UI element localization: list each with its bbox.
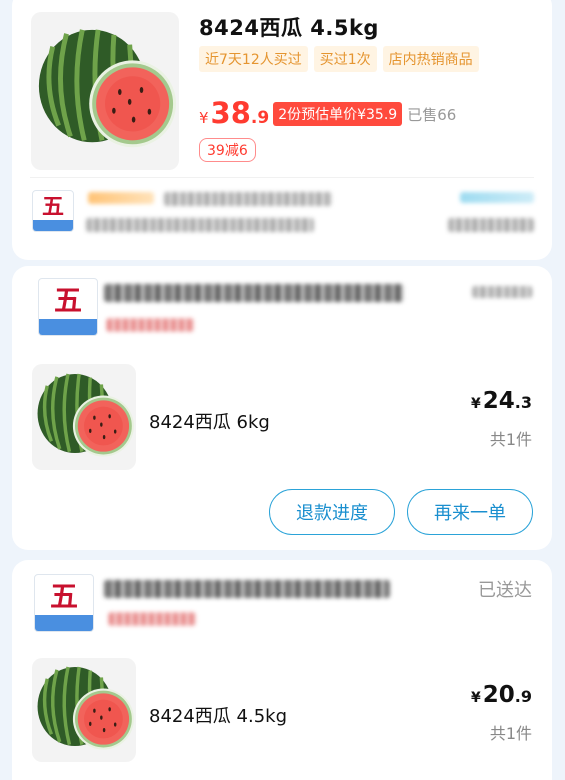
price-decimal: .9 — [250, 108, 270, 128]
reorder-button[interactable]: 再来一单 — [407, 489, 533, 535]
price-decimal: .3 — [514, 393, 532, 412]
order-item-name: 8424西瓜 4.5kg — [149, 706, 288, 727]
refund-progress-button[interactable]: 退款进度 — [269, 489, 395, 535]
price-integer: 38 — [210, 96, 251, 130]
store-name-blurred[interactable] — [104, 284, 404, 302]
store-tag-blurred — [108, 612, 196, 626]
price-integer: 24 — [482, 388, 515, 414]
divider — [30, 177, 534, 178]
price-decimal: .9 — [514, 687, 532, 706]
store-extra-blurred — [448, 218, 534, 232]
currency-symbol: ¥ — [199, 109, 209, 127]
order-status: 已送达 — [478, 580, 532, 601]
order-item-count: 共1件 — [489, 724, 532, 743]
store-name-blurred[interactable] — [104, 580, 390, 598]
tag-hot-seller: 店内热销商品 — [382, 46, 479, 72]
store-name-blurred — [164, 192, 332, 206]
order-item-image[interactable] — [32, 658, 136, 762]
currency-symbol: ¥ — [471, 690, 481, 706]
order-item-count: 共1件 — [489, 430, 532, 449]
order-item-price: ¥ 24 .3 — [471, 388, 532, 414]
order-item-price: ¥ 20 .9 — [471, 682, 532, 708]
order-item-image[interactable] — [32, 364, 136, 470]
watermelon-icon — [32, 364, 136, 470]
product-image[interactable] — [31, 12, 179, 170]
price-integer: 20 — [482, 682, 515, 708]
order-card[interactable]: 五 已送达 8424西瓜 4.5kg ¥ 20 .9 共1件 — [12, 560, 552, 780]
tag-bought-before: 买过1次 — [313, 46, 377, 72]
watermelon-icon — [32, 658, 136, 762]
watermelon-icon — [31, 12, 179, 170]
tag-recent-buyers: 近7天12人买过 — [199, 46, 308, 72]
product-price: ¥ 38 .9 2份预估单价¥35.9 已售66 — [199, 96, 456, 130]
order-card[interactable]: 五 8424西瓜 6kg ¥ 24 .3 共1件 退款进度 再来一单 — [12, 266, 552, 550]
store-label-blurred — [88, 192, 154, 204]
store-tag-blurred — [460, 192, 534, 203]
coupon-badge[interactable]: 39减6 — [199, 138, 256, 162]
estimate-price-badge: 2份预估单价¥35.9 — [273, 102, 403, 126]
currency-symbol: ¥ — [471, 396, 481, 412]
store-logo[interactable]: 五 — [32, 190, 74, 232]
order-status-blurred — [472, 286, 532, 298]
store-logo[interactable]: 五 — [38, 278, 98, 336]
product-title[interactable]: 8424西瓜 4.5kg — [199, 12, 379, 42]
store-info-blurred — [86, 218, 314, 232]
order-item-name: 8424西瓜 6kg — [149, 412, 270, 433]
store-tag-blurred — [106, 318, 194, 332]
sold-count: 已售66 — [407, 106, 457, 124]
store-logo[interactable]: 五 — [34, 574, 94, 632]
product-tags: 近7天12人买过 买过1次 店内热销商品 — [199, 46, 479, 72]
featured-product-card[interactable]: 8424西瓜 4.5kg 近7天12人买过 买过1次 店内热销商品 ¥ 38 .… — [12, 0, 552, 260]
